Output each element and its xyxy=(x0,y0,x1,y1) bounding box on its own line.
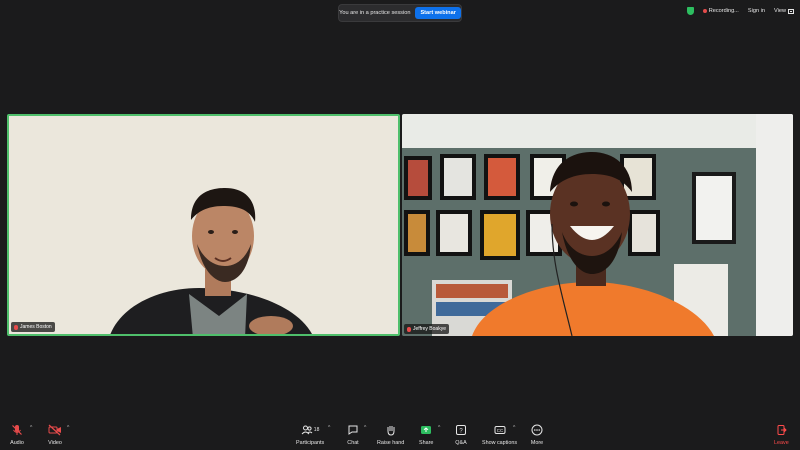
chat-bubble-icon xyxy=(346,424,360,436)
raise-hand-icon xyxy=(384,424,398,436)
practice-session-text: You are in a practice session xyxy=(339,10,411,16)
video-options-chevron-icon[interactable]: ^ xyxy=(67,425,69,431)
leave-button[interactable]: Leave xyxy=(774,422,789,446)
more-label: More xyxy=(530,440,544,446)
show-captions-button[interactable]: CC Show captions xyxy=(482,422,517,446)
recording-dot-icon xyxy=(702,9,707,13)
view-grid-icon xyxy=(788,8,794,14)
audio-label: Audio xyxy=(10,440,24,446)
video-button[interactable]: Video xyxy=(48,422,62,446)
meeting-toolbar: Audio ^ Video ^ 18 Participants ^ Chat ^… xyxy=(0,422,800,450)
view-button[interactable]: View xyxy=(774,8,794,14)
muted-microphone-icon xyxy=(10,424,24,436)
qa-label: Q&A xyxy=(455,440,467,446)
participant-name: James Boston xyxy=(20,324,52,330)
recording-label: Recording... xyxy=(708,8,739,14)
audio-options-chevron-icon[interactable]: ^ xyxy=(30,425,32,431)
participant-video-feed xyxy=(9,116,398,334)
start-webinar-button[interactable]: Start webinar xyxy=(415,7,461,19)
chat-label: Chat xyxy=(347,440,359,446)
chat-options-chevron-icon[interactable]: ^ xyxy=(364,425,366,431)
recording-indicator[interactable]: Recording... xyxy=(702,8,739,14)
security-shield-icon[interactable] xyxy=(686,7,694,15)
video-label: Video xyxy=(48,440,62,446)
top-right-status: Recording... Sign in View xyxy=(686,5,794,17)
leave-meeting-icon xyxy=(774,424,788,436)
participants-label: Participants xyxy=(296,440,325,446)
muted-mic-icon xyxy=(14,324,18,330)
captions-cc-icon: CC xyxy=(493,424,507,436)
svg-text:?: ? xyxy=(459,429,463,435)
svg-text:CC: CC xyxy=(496,428,503,433)
participants-options-chevron-icon[interactable]: ^ xyxy=(328,425,330,431)
share-screen-icon xyxy=(419,424,433,436)
participants-button[interactable]: 18 Participants xyxy=(296,422,324,446)
share-options-chevron-icon[interactable]: ^ xyxy=(438,425,440,431)
chat-button[interactable]: Chat xyxy=(346,422,360,446)
raise-hand-label: Raise hand xyxy=(377,440,405,446)
show-captions-label: Show captions xyxy=(482,440,518,446)
qa-button[interactable]: ? Q&A xyxy=(454,422,468,446)
share-label: Share xyxy=(419,440,434,446)
muted-mic-icon xyxy=(407,326,411,332)
leave-label: Leave xyxy=(774,440,789,446)
audio-button[interactable]: Audio xyxy=(10,422,24,446)
participants-count: 18 xyxy=(313,427,320,433)
share-button[interactable]: Share xyxy=(419,422,433,446)
qa-icon: ? xyxy=(454,424,468,436)
participants-icon: 18 xyxy=(296,424,324,436)
view-label: View xyxy=(773,8,786,14)
sign-in-link[interactable]: Sign in xyxy=(748,8,765,14)
more-button[interactable]: More xyxy=(530,422,544,446)
video-tile-james-boston[interactable]: James Boston xyxy=(7,114,400,336)
video-tile-jeffrey-boakye[interactable]: Jeffrey Boakye xyxy=(402,114,793,336)
captions-options-chevron-icon[interactable]: ^ xyxy=(513,425,515,431)
participant-name: Jeffrey Boakye xyxy=(413,326,446,332)
participant-name-label: James Boston xyxy=(11,322,55,332)
participant-name-label: Jeffrey Boakye xyxy=(404,324,449,334)
more-ellipsis-icon xyxy=(530,424,544,436)
practice-session-banner: You are in a practice session Start webi… xyxy=(338,4,462,22)
raise-hand-button[interactable]: Raise hand xyxy=(377,422,404,446)
video-off-icon xyxy=(48,424,62,436)
participant-video-feed xyxy=(402,114,793,336)
